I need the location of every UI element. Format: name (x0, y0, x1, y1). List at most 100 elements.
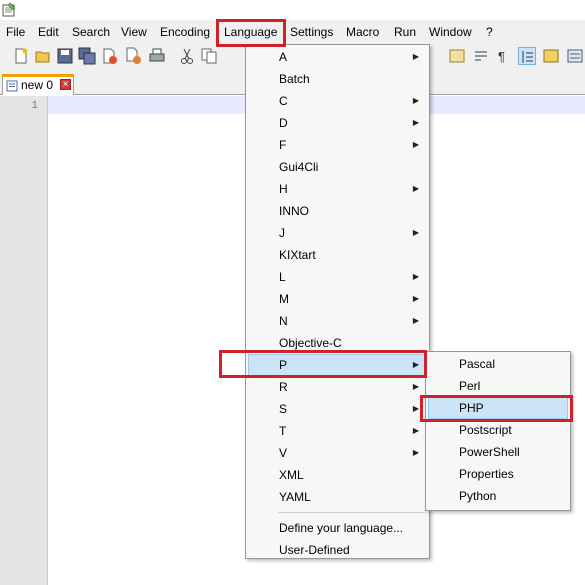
save-icon[interactable] (56, 47, 74, 65)
submenu-arrow-icon: ▶ (412, 96, 419, 105)
menu-item-label: S (279, 402, 288, 416)
language-menu-item-objective-c[interactable]: Objective-C (248, 332, 427, 354)
line-number-gutter: 1 (0, 96, 48, 585)
submenu-arrow-icon: ▶ (412, 404, 419, 413)
menu-item-label: F (279, 138, 287, 152)
language-menu-item-gui4cli[interactable]: Gui4Cli (248, 156, 427, 178)
tab-new-0[interactable]: new 0 × (2, 74, 74, 95)
language-menu-item-t[interactable]: T ▶ (248, 420, 427, 442)
menu-macro[interactable]: Macro (346, 20, 379, 44)
submenu-arrow-icon: ▶ (412, 140, 419, 149)
language-menu: A ▶ Batch C ▶ D ▶ F ▶ Gui4Cli H ▶ INNO J ▶ KIXtart L ▶ M ▶ N… (245, 44, 430, 559)
language-menu-item-n[interactable]: N ▶ (248, 310, 427, 332)
menu-item-label: R (279, 380, 288, 394)
menu-view[interactable]: View (121, 20, 147, 44)
p-submenu-item-postscript[interactable]: Postscript (428, 419, 568, 441)
menu-item-label: P (279, 358, 288, 372)
define-your-language-item[interactable]: Define your language... (248, 517, 427, 539)
language-menu-item-l[interactable]: L ▶ (248, 266, 427, 288)
language-menu-item-v[interactable]: V ▶ (248, 442, 427, 464)
function-list-icon[interactable] (566, 47, 584, 65)
line-number: 1 (31, 100, 38, 112)
language-menu-item-m[interactable]: M ▶ (248, 288, 427, 310)
language-menu-item-f[interactable]: F ▶ (248, 134, 427, 156)
close-file-icon[interactable] (100, 47, 118, 65)
menu-item-label: INNO (279, 204, 309, 218)
new-file-icon[interactable] (12, 47, 30, 65)
language-menu-item-d[interactable]: D ▶ (248, 112, 427, 134)
menu-separator (278, 512, 426, 513)
show-all-chars-icon[interactable]: ¶ (494, 47, 512, 65)
submenu-arrow-icon: ▶ (412, 294, 419, 303)
menu-window[interactable]: Window (429, 20, 472, 44)
menu-item-label: N (279, 314, 288, 328)
file-icon (6, 80, 18, 92)
menu-item-label: KIXtart (279, 248, 316, 262)
menu-search[interactable]: Search (72, 20, 110, 44)
p-submenu: Pascal Perl PHP Postscript PowerShell Propert… (425, 351, 571, 511)
cut-icon[interactable] (178, 47, 196, 65)
language-menu-item-a[interactable]: A ▶ (248, 46, 427, 68)
language-menu-item-r[interactable]: R ▶ (248, 376, 427, 398)
language-menu-item-c[interactable]: C ▶ (248, 90, 427, 112)
language-menu-item-yaml[interactable]: YAML (248, 486, 427, 508)
menu-file[interactable]: File (6, 20, 25, 44)
language-menu-item-h[interactable]: H ▶ (248, 178, 427, 200)
submenu-arrow-icon: ▶ (412, 52, 419, 61)
menu-item-label: L (279, 270, 286, 284)
menu-item-label: T (279, 424, 287, 438)
indent-guide-icon[interactable] (518, 47, 536, 65)
menu-item-label: H (279, 182, 288, 196)
menu-item-label: J (279, 226, 285, 240)
menu-item-label: YAML (279, 490, 311, 504)
submenu-arrow-icon: ▶ (412, 118, 419, 127)
p-submenu-item-properties[interactable]: Properties (428, 463, 568, 485)
menu-help[interactable]: ? (486, 20, 493, 44)
menu-bar: File Edit Search View Encoding Language … (0, 20, 585, 44)
user-defined-item[interactable]: User-Defined (248, 539, 427, 561)
p-submenu-item-perl[interactable]: Perl (428, 375, 568, 397)
submenu-arrow-icon: ▶ (412, 316, 419, 325)
menu-item-label: Gui4Cli (279, 160, 319, 174)
copy-icon[interactable] (200, 47, 218, 65)
save-all-icon[interactable] (78, 47, 96, 65)
open-file-icon[interactable] (34, 47, 52, 65)
tab-accent (2, 74, 74, 77)
menu-item-label: V (279, 446, 288, 460)
menu-item-label: C (279, 94, 288, 108)
submenu-arrow-icon: ▶ (412, 382, 419, 391)
menu-item-label: XML (279, 468, 304, 482)
menu-run[interactable]: Run (394, 20, 416, 44)
language-menu-item-kixtart[interactable]: KIXtart (248, 244, 427, 266)
print-icon[interactable] (148, 47, 166, 65)
menu-item-label: D (279, 116, 288, 130)
p-submenu-item-powershell[interactable]: PowerShell (428, 441, 568, 463)
p-submenu-item-pascal[interactable]: Pascal (428, 353, 568, 375)
close-all-icon[interactable] (124, 47, 142, 65)
menu-item-label: A (279, 50, 288, 64)
p-submenu-item-php[interactable]: PHP (428, 397, 568, 419)
p-submenu-item-python[interactable]: Python (428, 485, 568, 507)
submenu-arrow-icon: ▶ (412, 184, 419, 193)
menu-settings[interactable]: Settings (290, 20, 333, 44)
close-icon[interactable]: × (60, 79, 71, 90)
language-menu-item-j[interactable]: J ▶ (248, 222, 427, 244)
menu-encoding[interactable]: Encoding (160, 20, 210, 44)
menu-item-label: Objective-C (279, 336, 342, 350)
sync-scroll-icon[interactable] (448, 47, 466, 65)
menu-edit[interactable]: Edit (38, 20, 59, 44)
language-menu-item-xml[interactable]: XML (248, 464, 427, 486)
menu-item-label: M (279, 292, 289, 306)
submenu-arrow-icon: ▶ (412, 228, 419, 237)
language-menu-item-inno[interactable]: INNO (248, 200, 427, 222)
language-menu-item-p[interactable]: P ▶ (248, 354, 427, 376)
submenu-arrow-icon: ▶ (412, 360, 419, 369)
language-menu-item-batch[interactable]: Batch (248, 68, 427, 90)
tab-label: new 0 (21, 78, 54, 92)
word-wrap-icon[interactable] (472, 47, 490, 65)
submenu-arrow-icon: ▶ (412, 272, 419, 281)
menu-language[interactable]: Language (224, 20, 277, 44)
submenu-arrow-icon: ▶ (412, 448, 419, 457)
doc-map-icon[interactable] (542, 47, 560, 65)
language-menu-item-s[interactable]: S ▶ (248, 398, 427, 420)
